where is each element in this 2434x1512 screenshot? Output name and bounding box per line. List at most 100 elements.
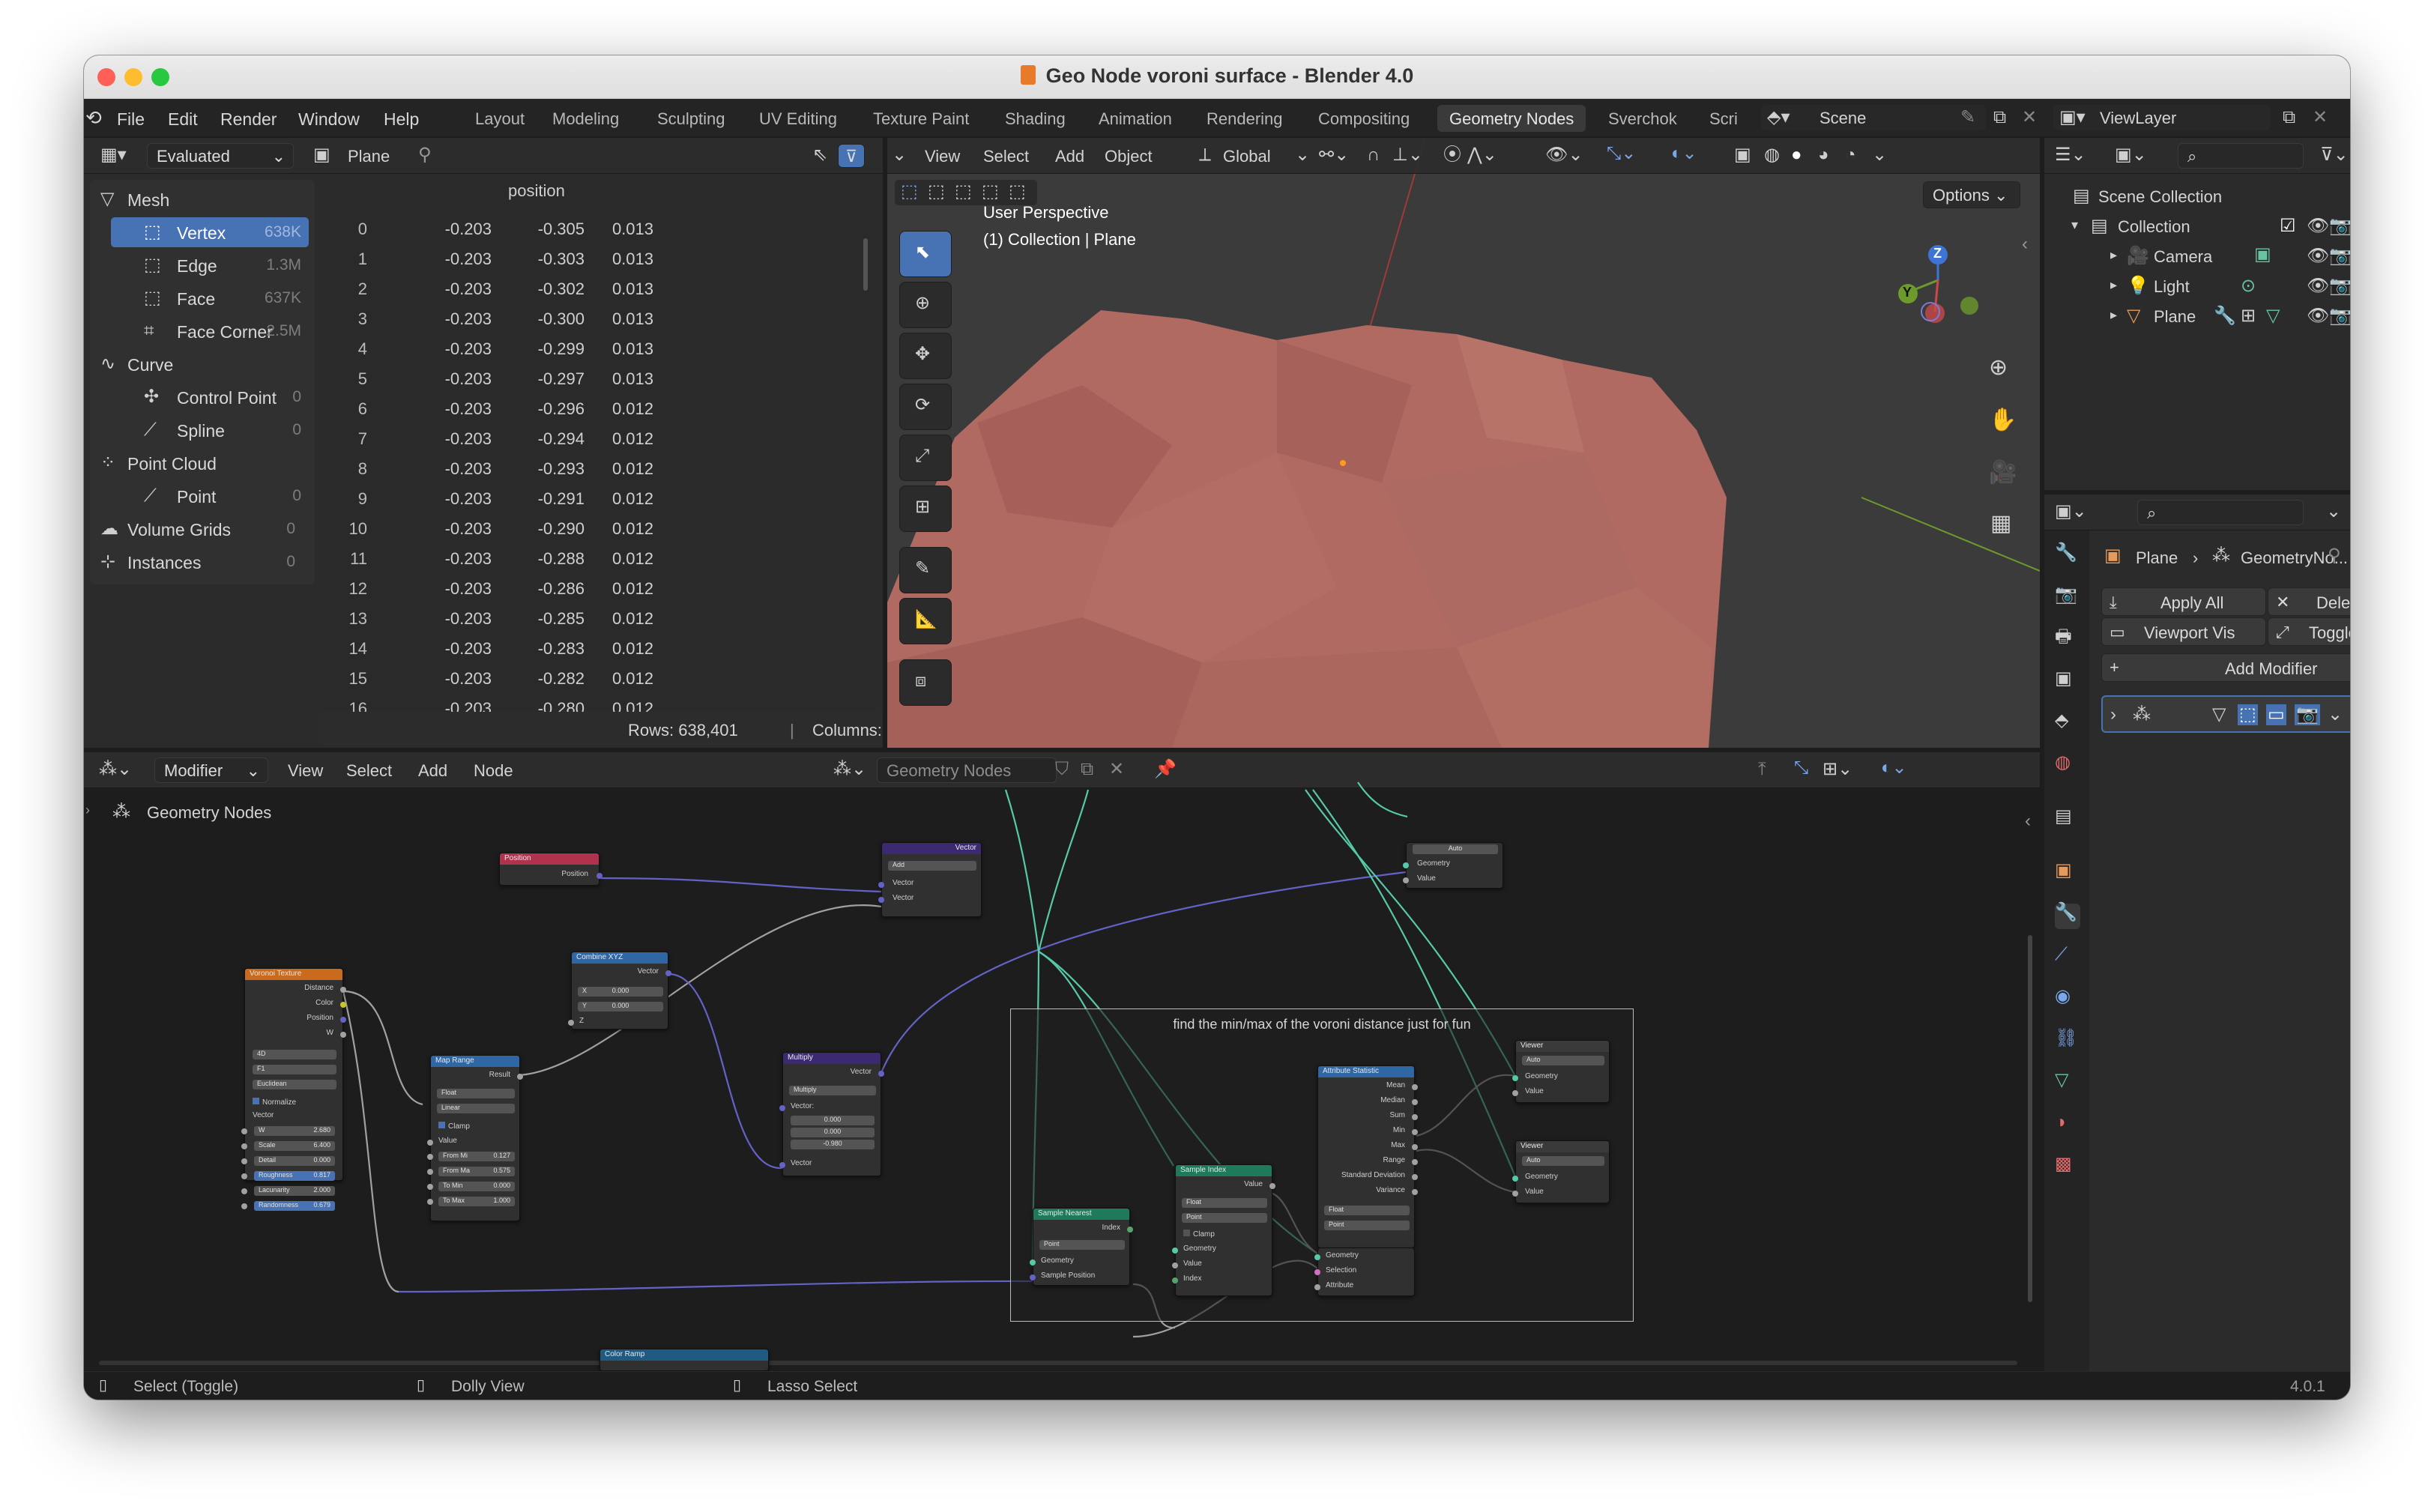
on-cage-toggle-icon[interactable]: ⬚ — [2238, 704, 2258, 725]
input-socket[interactable] — [878, 882, 884, 888]
output-socket[interactable] — [1412, 1129, 1418, 1135]
operation-dropdown[interactable]: Multiply — [789, 1086, 876, 1095]
viewport-menu-view[interactable]: View — [925, 147, 960, 166]
input-socket[interactable] — [779, 1162, 785, 1168]
input-socket[interactable] — [568, 1020, 574, 1026]
data-type-dropdown[interactable]: Float — [437, 1089, 515, 1098]
node-position[interactable]: Position Position — [499, 853, 603, 886]
move-tool-button[interactable]: ✥ — [899, 333, 952, 379]
pan-hand-icon[interactable]: ✋ — [1989, 409, 2017, 432]
outliner-row-light[interactable]: ▸ 💡 Light ⊙ 👁 📷 — [2044, 271, 2350, 301]
input-socket[interactable] — [241, 1203, 247, 1209]
interpolation-dropdown[interactable]: Linear — [437, 1104, 515, 1113]
delete-view-layer-icon[interactable]: ✕ — [2313, 109, 2328, 127]
tree-item-spline[interactable]: ⟋ Spline 0 — [111, 415, 309, 445]
output-socket[interactable] — [340, 1017, 346, 1023]
input-socket[interactable] — [241, 1143, 247, 1149]
eye-icon[interactable]: 👁 — [2307, 307, 2329, 325]
vector-y-field[interactable]: 0.000 — [791, 1128, 875, 1137]
tab-modeling[interactable]: Modeling — [540, 105, 631, 132]
tree-item-curve[interactable]: ∿ Curve — [94, 349, 303, 379]
snap-icon[interactable]: ∩ — [1367, 146, 1380, 164]
chevron-down-icon[interactable]: ⌄ — [2328, 706, 2343, 724]
render-camera-icon[interactable]: 📷 — [2329, 247, 2350, 265]
pivot-icon[interactable]: ⚯⌄ — [1319, 146, 1349, 164]
viewport-vis-button[interactable]: ▭ Viewport Vis — [2101, 617, 2266, 646]
input-socket[interactable] — [1030, 1260, 1036, 1265]
viewer-mode-dropdown[interactable]: Auto — [1413, 844, 1498, 854]
proportional-edit-icon[interactable]: ⦿ — [1443, 146, 1461, 164]
tab-sculpting[interactable]: Sculpting — [645, 105, 737, 132]
input-socket[interactable] — [241, 1173, 247, 1179]
input-socket[interactable] — [1172, 1277, 1178, 1283]
input-socket[interactable] — [1403, 862, 1409, 868]
voronoi-field[interactable]: W 2.680 — [254, 1126, 335, 1136]
render-tab-icon[interactable]: 📷 — [2055, 586, 2080, 611]
y-field[interactable]: Y 0.000 — [578, 1002, 663, 1011]
viewport-menu-object[interactable]: Object — [1105, 147, 1153, 166]
snap-increment-icon[interactable]: ⊥⌄ — [1392, 146, 1423, 164]
material-shading-icon[interactable]: ◕ — [1818, 146, 1829, 164]
menu-render[interactable]: Render — [220, 109, 277, 130]
modifier-tab-icon[interactable]: 🔧 — [2055, 904, 2080, 929]
editor-type-outliner-icon[interactable]: ☰⌄ — [2055, 146, 2086, 164]
tree-item-control-point[interactable]: ✣ Control Point 0 — [111, 382, 309, 412]
map-range-field[interactable]: From Ma 0.575 — [438, 1167, 515, 1176]
distance-metric-dropdown[interactable]: Euclidean — [253, 1080, 336, 1089]
annotate-tool-button[interactable]: ✎ — [899, 547, 952, 593]
tab-uv-editing[interactable]: UV Editing — [747, 105, 849, 132]
input-socket[interactable] — [1403, 877, 1409, 883]
vector-z-field[interactable]: -0.980 — [791, 1140, 875, 1149]
tree-item-point-cloud[interactable]: ⁘ Point Cloud — [94, 448, 303, 478]
pin-icon[interactable]: ✎ — [1960, 109, 1975, 127]
expand-down-icon[interactable]: ▾ — [2071, 218, 2078, 232]
mesh-data-icon[interactable]: ▽ — [2266, 307, 2280, 325]
output-socket[interactable] — [1412, 1084, 1418, 1090]
eye-icon[interactable]: 👁 — [2307, 247, 2329, 265]
input-socket[interactable] — [878, 897, 884, 903]
chevron-down-icon[interactable]: ⌄ — [1872, 146, 1887, 164]
node-color-ramp[interactable]: Color Ramp — [600, 1349, 769, 1371]
output-socket[interactable] — [878, 1071, 884, 1077]
render-toggle-icon[interactable]: 📷 — [2295, 704, 2320, 725]
scale-tool-button[interactable]: ⤢ — [899, 435, 952, 481]
node-map-range[interactable]: Map Range Result Float Linear Clamp Valu… — [427, 1055, 523, 1221]
eye-icon[interactable]: 👁 — [2307, 277, 2329, 295]
node-attribute-statistic-inputs[interactable]: Geometry Selection Attribute — [1314, 1248, 1415, 1296]
node-vector-add[interactable]: Vector Add Vector Vector — [878, 842, 982, 917]
visibility-icon[interactable]: 👁⌄ — [1545, 146, 1583, 164]
solid-shading-icon[interactable]: ● — [1791, 146, 1802, 164]
output-socket[interactable] — [1269, 1183, 1275, 1189]
voronoi-field[interactable]: Roughness 0.817 — [254, 1171, 335, 1181]
map-range-field[interactable]: To Max 1.000 — [438, 1197, 515, 1206]
toggle-stack-button[interactable]: ⤢ Toggle Stack — [2268, 617, 2350, 646]
input-socket[interactable] — [1172, 1248, 1178, 1254]
input-socket[interactable] — [1172, 1262, 1178, 1268]
outliner-row-collection[interactable]: ▾ ▤ Collection ☑ 👁 📷 — [2044, 211, 2350, 241]
output-socket[interactable] — [1412, 1144, 1418, 1150]
expand-right-icon[interactable]: ▸ — [2110, 248, 2117, 261]
column-header-position[interactable]: position — [508, 181, 565, 201]
voronoi-field[interactable]: Detail 0.000 — [254, 1156, 335, 1166]
input-socket[interactable] — [1314, 1284, 1320, 1290]
data-type-dropdown[interactable]: Float — [1182, 1198, 1267, 1208]
transform-tool-button[interactable]: ⊞ — [899, 486, 952, 532]
input-socket[interactable] — [241, 1158, 247, 1164]
output-socket[interactable] — [1412, 1159, 1418, 1165]
menu-file[interactable]: File — [117, 109, 145, 130]
output-socket[interactable] — [1412, 1099, 1418, 1105]
input-socket[interactable] — [779, 1105, 785, 1111]
clamp-checkbox[interactable]: Clamp — [438, 1122, 470, 1131]
add-modifier-button[interactable]: + Add Modifier — [2101, 653, 2350, 682]
constraints-tab-icon[interactable]: ⛓ — [2055, 1029, 2080, 1055]
navigation-gizmo[interactable]: Z Y — [1891, 243, 1989, 333]
filter-button[interactable]: ⊽ — [838, 144, 865, 168]
node-vector-multiply[interactable]: Multiply Vector Multiply Vector: 0.000 0… — [779, 1052, 884, 1176]
particles-tab-icon[interactable]: ⟋ — [2055, 946, 2080, 971]
select-intersect-icon[interactable]: ⬚ — [1009, 183, 1026, 201]
input-socket[interactable] — [427, 1140, 433, 1146]
input-socket[interactable] — [1314, 1269, 1320, 1275]
pin-icon[interactable]: ⚲ — [418, 146, 432, 164]
material-tab-icon[interactable]: ◑ — [2055, 1113, 2080, 1139]
editor-type-properties-icon[interactable]: ▣⌄ — [2055, 503, 2087, 521]
